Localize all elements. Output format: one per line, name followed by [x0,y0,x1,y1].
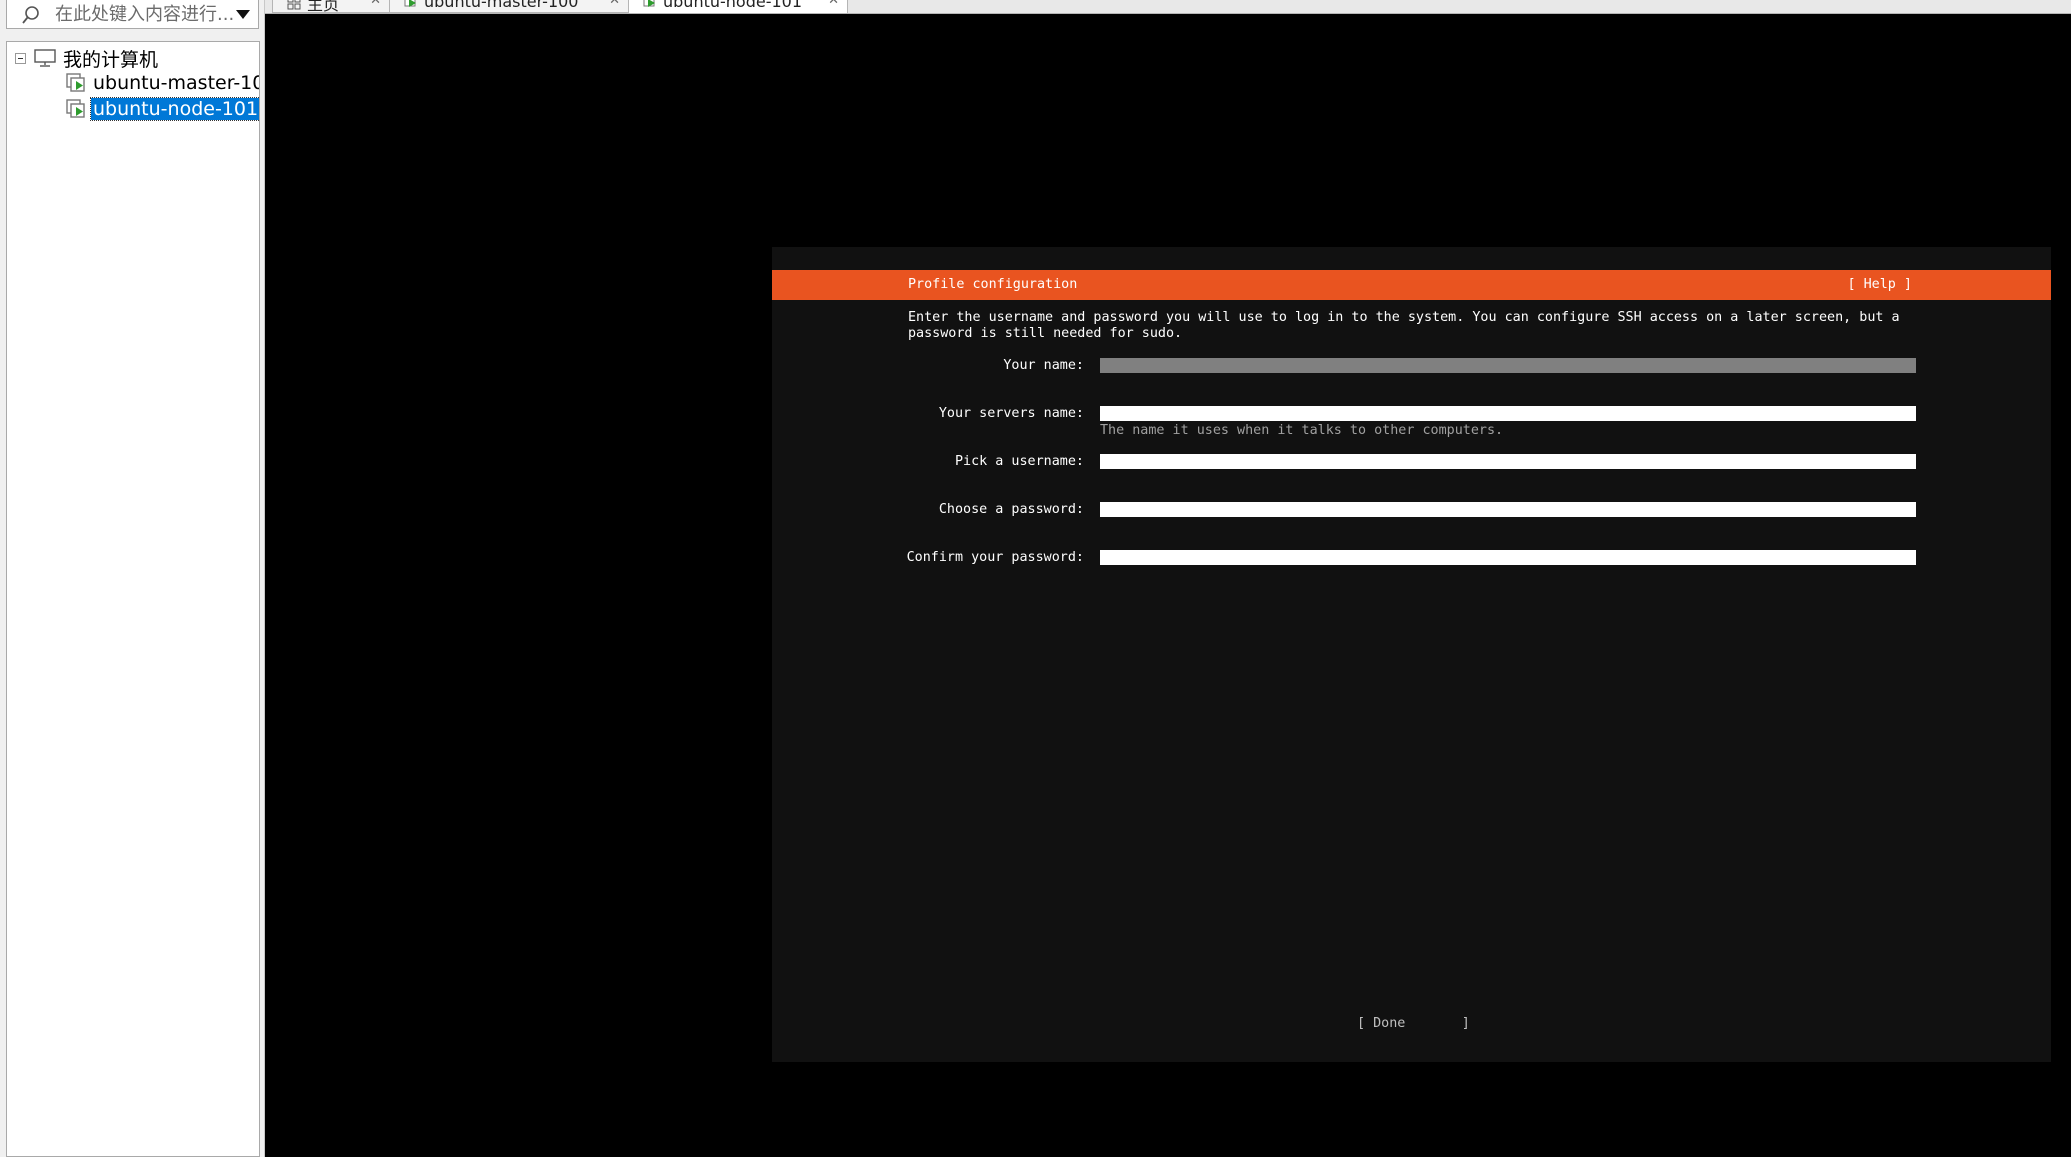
close-icon[interactable]: ✕ [609,0,620,8]
computer-icon [34,49,56,67]
library-search-box[interactable] [6,0,259,29]
vm-library-tree: 我的计算机 ubuntu-master-100 ubuntu-node-101 [6,41,260,1157]
tab-ubuntu-node-101[interactable]: ubuntu-node-101 ✕ [628,0,848,13]
search-icon [22,6,39,24]
installer-header-bar: Profile configuration [ Help ] [772,270,2051,300]
servers-name-field[interactable] [1100,406,1916,421]
close-icon[interactable]: ✕ [828,0,839,8]
search-input[interactable] [55,3,235,25]
tab-ubuntu-master-100[interactable]: ubuntu-master-100 ✕ [389,0,629,13]
done-button[interactable]: [ Done ] [1357,1016,1470,1031]
vm-running-icon [643,0,655,7]
tab-home[interactable]: 主页 ✕ [272,0,390,13]
home-icon [287,0,301,10]
tab-bar: 主页 ✕ ubuntu-master-100 ✕ ubuntu-node-101… [265,0,2071,14]
tree-item-label: ubuntu-node-101 [89,97,259,121]
collapse-icon[interactable] [15,52,26,64]
username-field[interactable] [1100,454,1916,469]
page-title: Profile configuration [908,277,1078,292]
tab-label: ubuntu-node-101 [663,0,803,11]
vm-running-icon [404,0,416,7]
servers-name-label: Your servers name: [938,406,1084,421]
your-name-label: Your name: [1003,358,1084,373]
close-icon[interactable]: ✕ [370,0,381,8]
tab-label: ubuntu-master-100 [424,0,579,11]
tree-item-ubuntu-node-101[interactable]: ubuntu-node-101 [65,97,259,121]
tab-label: 主页 [307,0,340,13]
help-button[interactable]: [ Help ] [1848,277,1913,292]
library-sidebar: 我的计算机 ubuntu-master-100 ubuntu-node-101 [0,0,265,1157]
vm-running-icon [66,99,85,118]
your-name-field[interactable] [1100,358,1916,373]
search-dropdown-arrow-icon[interactable] [236,10,250,19]
tree-item-ubuntu-master-100[interactable]: ubuntu-master-100 [65,71,260,95]
confirm-password-field[interactable] [1100,550,1916,565]
tree-root-label: 我的计算机 [63,48,159,71]
ubuntu-installer-screen: Profile configuration [ Help ] Enter the… [772,247,2051,1062]
password-label: Choose a password: [938,502,1084,517]
password-field[interactable] [1100,502,1916,517]
intro-text: Enter the username and password you will… [908,310,1900,341]
vm-console[interactable]: Profile configuration [ Help ] Enter the… [265,14,2071,1157]
servers-name-hint: The name it uses when it talks to other … [1100,423,1504,438]
confirm-password-label: Confirm your password: [906,550,1084,565]
vm-running-icon [66,73,85,92]
username-label: Pick a username: [955,454,1084,469]
tree-item-label: ubuntu-master-100 [93,72,260,94]
tree-root-my-computer[interactable]: 我的计算机 [15,46,159,71]
